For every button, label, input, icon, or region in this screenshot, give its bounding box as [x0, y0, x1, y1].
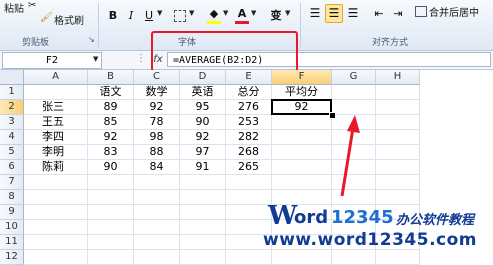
watermark-brand-w: W [268, 201, 298, 231]
watermark-logo: W ord 12345 办公软件教程 [262, 201, 493, 231]
watermark-brand-ord: ord [294, 207, 329, 228]
watermark-url: www.word12345.com [263, 230, 477, 250]
watermark-tagline: 办公软件教程 [396, 213, 475, 228]
watermark-brand-num: 12345 [331, 207, 394, 228]
